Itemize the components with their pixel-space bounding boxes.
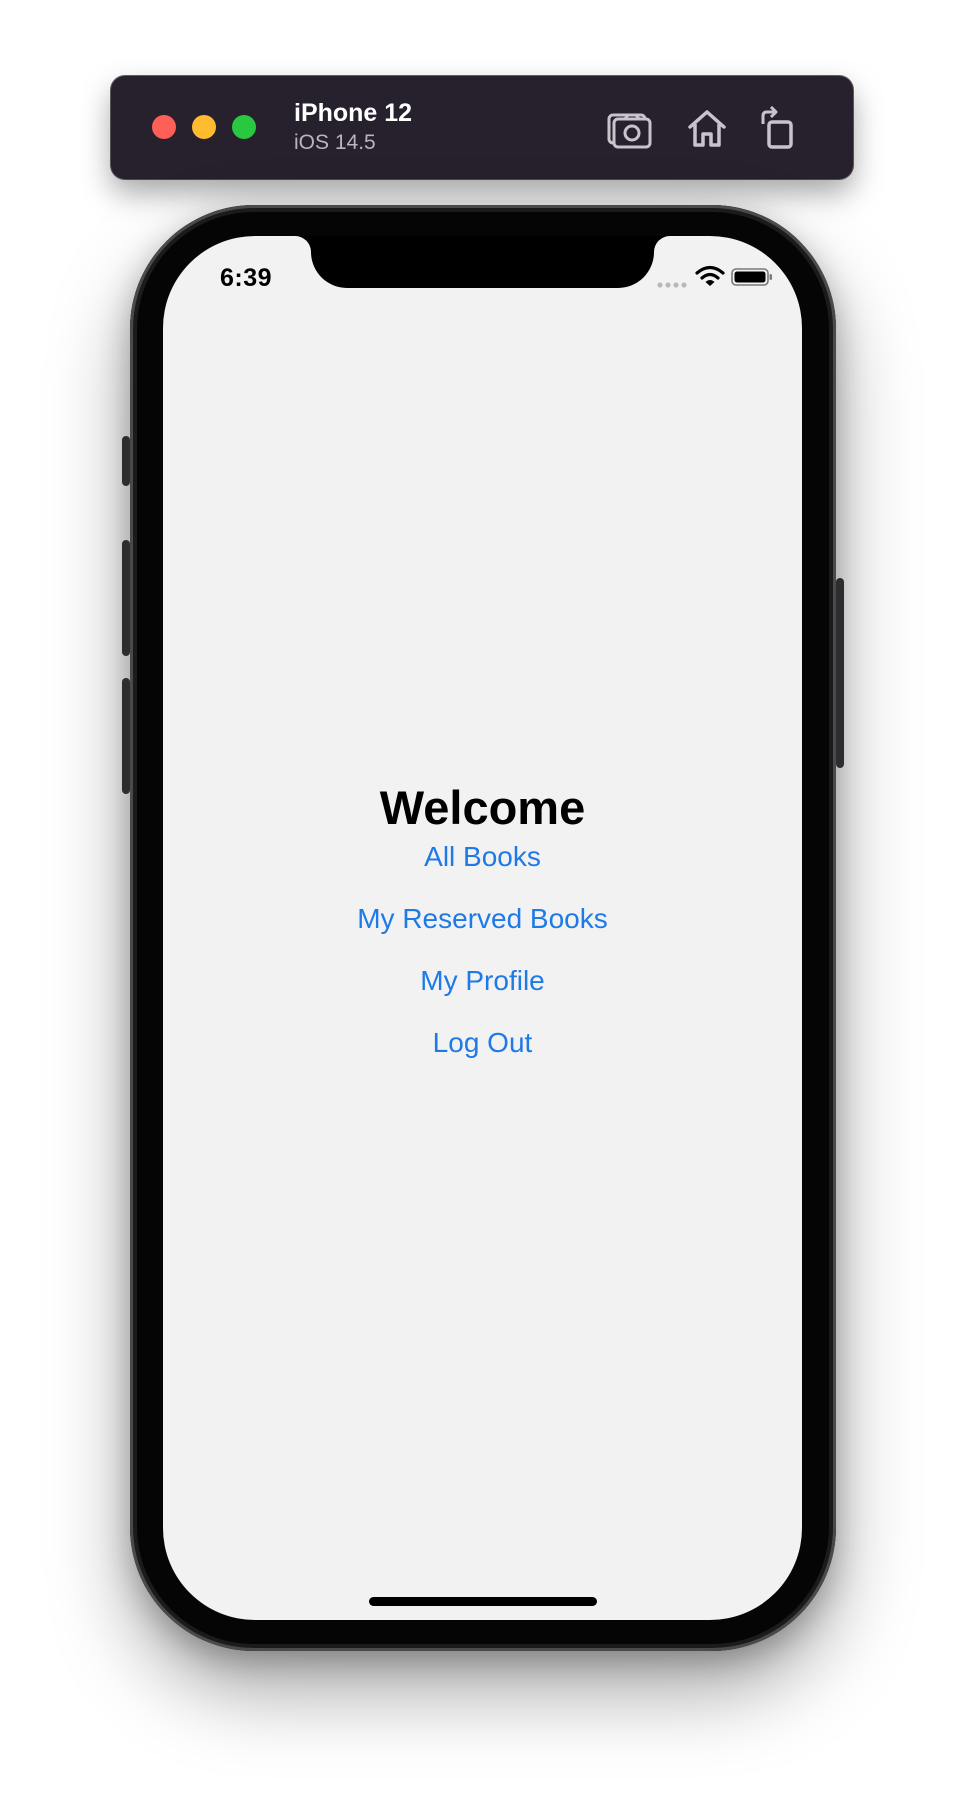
minimize-window-button[interactable] <box>192 115 216 139</box>
device-name: iPhone 12 <box>294 99 413 127</box>
volume-down-button <box>122 678 130 794</box>
home-icon <box>688 110 726 147</box>
rotate-icon <box>761 106 793 149</box>
all-books-link[interactable]: All Books <box>163 840 802 874</box>
screenshot-button[interactable] <box>606 106 652 150</box>
battery-icon <box>731 267 773 287</box>
power-button <box>836 578 844 768</box>
notch <box>311 236 654 288</box>
home-button[interactable] <box>684 106 730 150</box>
status-time: 6:39 <box>220 264 273 292</box>
volume-up-button <box>122 540 130 656</box>
os-version: iOS 14.5 <box>294 131 376 154</box>
simulator-title-bar: iPhone 12 iOS 14.5 <box>111 76 853 179</box>
phone-screen: 6:39 Welcome All Books My Reserved Books… <box>163 236 802 1620</box>
signal-icon <box>657 281 687 289</box>
my-profile-link[interactable]: My Profile <box>163 964 802 998</box>
silent-switch <box>122 436 130 486</box>
log-out-link[interactable]: Log Out <box>163 1026 802 1060</box>
wifi-icon <box>695 264 725 288</box>
page-title: Welcome <box>379 781 586 834</box>
close-window-button[interactable] <box>152 115 176 139</box>
camera-screenshot-icon <box>607 113 652 149</box>
home-indicator[interactable] <box>369 1597 597 1606</box>
rotate-button[interactable] <box>757 106 797 150</box>
my-reserved-books-link[interactable]: My Reserved Books <box>163 902 802 936</box>
welcome-menu: Welcome All Books My Reserved Books My P… <box>163 780 802 1088</box>
zoom-window-button[interactable] <box>232 115 256 139</box>
simulator-window: iPhone 12 iOS 14.5 6:39 Welcome All Book… <box>0 0 964 1802</box>
